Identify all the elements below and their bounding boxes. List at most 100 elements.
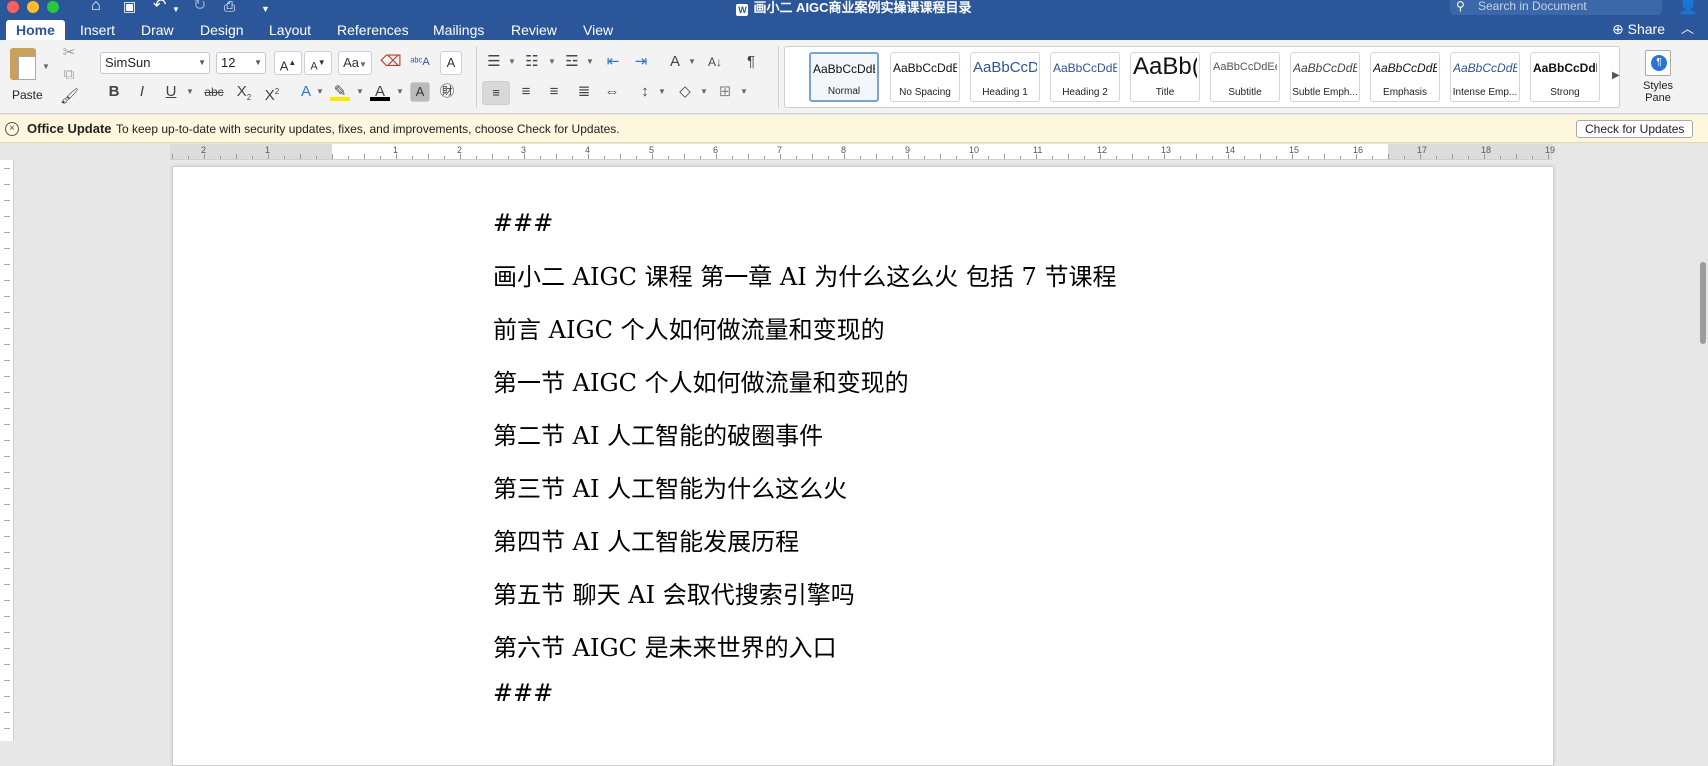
- font-color-dropdown-icon[interactable]: ▼: [396, 81, 404, 103]
- sort-icon[interactable]: A↓: [704, 51, 726, 73]
- check-for-updates-button[interactable]: Check for Updates: [1576, 120, 1694, 138]
- subscript-button[interactable]: X2: [234, 81, 254, 109]
- enclose-characters-icon[interactable]: ㊖: [436, 81, 458, 103]
- style-no-spacing[interactable]: AaBbCcDdEeNo Spacing: [890, 52, 960, 102]
- bold-button[interactable]: B: [104, 81, 124, 103]
- ruler-tick: [4, 616, 10, 617]
- paragraph[interactable]: 第四节 AI 人工智能发展历程: [493, 522, 799, 557]
- align-center-icon[interactable]: ≡: [514, 81, 538, 103]
- style-heading-1[interactable]: AaBbCcDcHeading 1: [970, 52, 1040, 102]
- close-message-icon[interactable]: ×: [5, 122, 19, 136]
- align-right-icon[interactable]: ≡: [542, 81, 566, 103]
- multilevel-dropdown-icon[interactable]: ▼: [586, 51, 594, 73]
- numbering-dropdown-icon[interactable]: ▼: [548, 51, 556, 73]
- numbering-icon[interactable]: ☷: [522, 51, 542, 73]
- paragraph[interactable]: 第三节 AI 人工智能为什么这么火: [493, 469, 847, 504]
- underline-button[interactable]: U: [161, 81, 181, 103]
- tab-references[interactable]: References: [327, 20, 419, 40]
- font-name-select[interactable]: SimSun ▼: [100, 52, 210, 74]
- ruler-tick: [876, 154, 877, 159]
- ruler-tick: [524, 154, 525, 159]
- style-emphasis[interactable]: AaBbCcDdEeEmphasis: [1370, 52, 1440, 102]
- justify-icon[interactable]: ≣: [572, 81, 596, 103]
- paragraph[interactable]: ###: [493, 679, 553, 707]
- tab-home[interactable]: Home: [6, 20, 65, 40]
- strikethrough-button[interactable]: abc: [202, 81, 226, 103]
- collapse-ribbon-icon[interactable]: ︿: [1681, 19, 1694, 39]
- shading-icon[interactable]: ◇: [674, 81, 696, 103]
- paragraph[interactable]: 前言 AIGC 个人如何做流量和变现的: [493, 310, 885, 345]
- borders-dropdown-icon[interactable]: ▼: [740, 81, 748, 103]
- tab-layout[interactable]: Layout: [259, 20, 321, 40]
- style-normal[interactable]: AaBbCcDdEeNormal: [809, 52, 879, 102]
- tab-review[interactable]: Review: [501, 20, 567, 40]
- grow-font-button[interactable]: A▲: [274, 51, 302, 75]
- highlight-dropdown-icon[interactable]: ▼: [356, 81, 364, 103]
- paragraph[interactable]: 第六节 AIGC 是未来世界的入口: [493, 628, 837, 663]
- paragraph[interactable]: ###: [493, 209, 553, 237]
- increase-indent-icon[interactable]: ⇥: [630, 51, 652, 73]
- account-icon[interactable]: 👤: [1678, 0, 1698, 16]
- paragraph[interactable]: 第一节 AIGC 个人如何做流量和变现的: [493, 363, 909, 398]
- phonetic-guide-icon[interactable]: ᵃᵇᶜA: [408, 51, 432, 73]
- ruler-tick: [4, 680, 10, 681]
- tab-design[interactable]: Design: [190, 20, 254, 40]
- distributed-icon[interactable]: ⇔: [600, 81, 624, 103]
- font-color-icon[interactable]: A: [370, 81, 390, 101]
- horizontal-ruler[interactable]: 2 1 1 2 3 4 5 6 7 8 9 10 11 12 13 14 15 16 17 18 19: [170, 144, 1555, 160]
- line-spacing-icon[interactable]: ↕: [634, 81, 656, 103]
- tab-insert[interactable]: Insert: [70, 20, 125, 40]
- superscript-button[interactable]: X2: [262, 81, 282, 107]
- tab-draw[interactable]: Draw: [131, 20, 184, 40]
- ruler-tick: [1532, 156, 1533, 159]
- paste-button[interactable]: ▼ Paste: [6, 46, 50, 108]
- paragraph[interactable]: 第五节 聊天 AI 会取代搜索引擎吗: [493, 575, 855, 610]
- bullets-icon[interactable]: ☰: [484, 51, 504, 73]
- vertical-scrollbar[interactable]: [1700, 262, 1706, 344]
- tab-view[interactable]: View: [573, 20, 623, 40]
- borders-icon[interactable]: ⊞: [714, 81, 736, 103]
- style-subtitle[interactable]: AaBbCcDdEe Subtitle: [1210, 52, 1280, 102]
- document-page[interactable]: ### 画小二 AIGC 课程 第一章 AI 为什么这么火 包括 7 节课程 前…: [172, 166, 1554, 766]
- ruler-tick: [4, 280, 10, 281]
- asian-layout-dropdown-icon[interactable]: ▼: [688, 51, 696, 73]
- character-border-button[interactable]: A: [440, 51, 462, 75]
- tab-mailings[interactable]: Mailings: [423, 20, 494, 40]
- styles-pane-button[interactable]: Styles Pane: [1630, 46, 1686, 108]
- paragraph[interactable]: 画小二 AIGC 课程 第一章 AI 为什么这么火 包括 7 节课程: [493, 257, 1116, 292]
- italic-button[interactable]: I: [132, 81, 152, 103]
- asian-layout-icon[interactable]: A: [664, 51, 686, 73]
- vertical-ruler[interactable]: [0, 160, 14, 741]
- style-title[interactable]: AaBb(Title: [1130, 52, 1200, 102]
- highlight-icon[interactable]: ✎: [330, 81, 350, 101]
- format-painter-icon[interactable]: 🖌: [60, 86, 79, 108]
- gallery-next-icon[interactable]: ▶: [1612, 70, 1620, 81]
- clear-formatting-icon[interactable]: ⌫: [378, 51, 404, 73]
- style-strong[interactable]: AaBbCcDdEeStrong: [1530, 52, 1600, 102]
- bullets-dropdown-icon[interactable]: ▼: [508, 51, 516, 73]
- text-effects-icon[interactable]: A: [296, 81, 316, 103]
- style-intense-emphasis[interactable]: AaBbCcDdEeIntense Emp...: [1450, 52, 1520, 102]
- line-spacing-dropdown-icon[interactable]: ▼: [658, 81, 666, 103]
- shrink-font-button[interactable]: A▼: [304, 51, 332, 75]
- show-formatting-icon[interactable]: ¶: [740, 51, 762, 73]
- ruler-tick: [1276, 156, 1277, 159]
- multilevel-list-icon[interactable]: ☲: [562, 51, 582, 73]
- character-shading-button[interactable]: A: [410, 82, 430, 102]
- paste-dropdown-icon[interactable]: ▼: [42, 56, 50, 78]
- copy-icon[interactable]: ⧉: [60, 64, 78, 86]
- decrease-indent-icon[interactable]: ⇤: [602, 51, 624, 73]
- search-input[interactable]: ⚲ Search in Document: [1450, 0, 1662, 15]
- share-button[interactable]: ⊕ Share: [1612, 19, 1665, 39]
- paragraph[interactable]: 第二节 AI 人工智能的破圈事件: [493, 416, 823, 451]
- ruler-tick: [1516, 154, 1517, 159]
- change-case-button[interactable]: Aa▼: [338, 51, 372, 75]
- shading-dropdown-icon[interactable]: ▼: [700, 81, 708, 103]
- underline-dropdown-icon[interactable]: ▼: [186, 81, 194, 103]
- style-subtle-emphasis[interactable]: AaBbCcDdEeSubtle Emph...: [1290, 52, 1360, 102]
- font-size-select[interactable]: 12 ▼: [216, 52, 266, 74]
- text-effects-dropdown-icon[interactable]: ▼: [316, 81, 324, 103]
- cut-icon[interactable]: ✂: [60, 42, 78, 64]
- align-left-button[interactable]: ≡: [482, 81, 510, 105]
- style-heading-2[interactable]: AaBbCcDdEeHeading 2: [1050, 52, 1120, 102]
